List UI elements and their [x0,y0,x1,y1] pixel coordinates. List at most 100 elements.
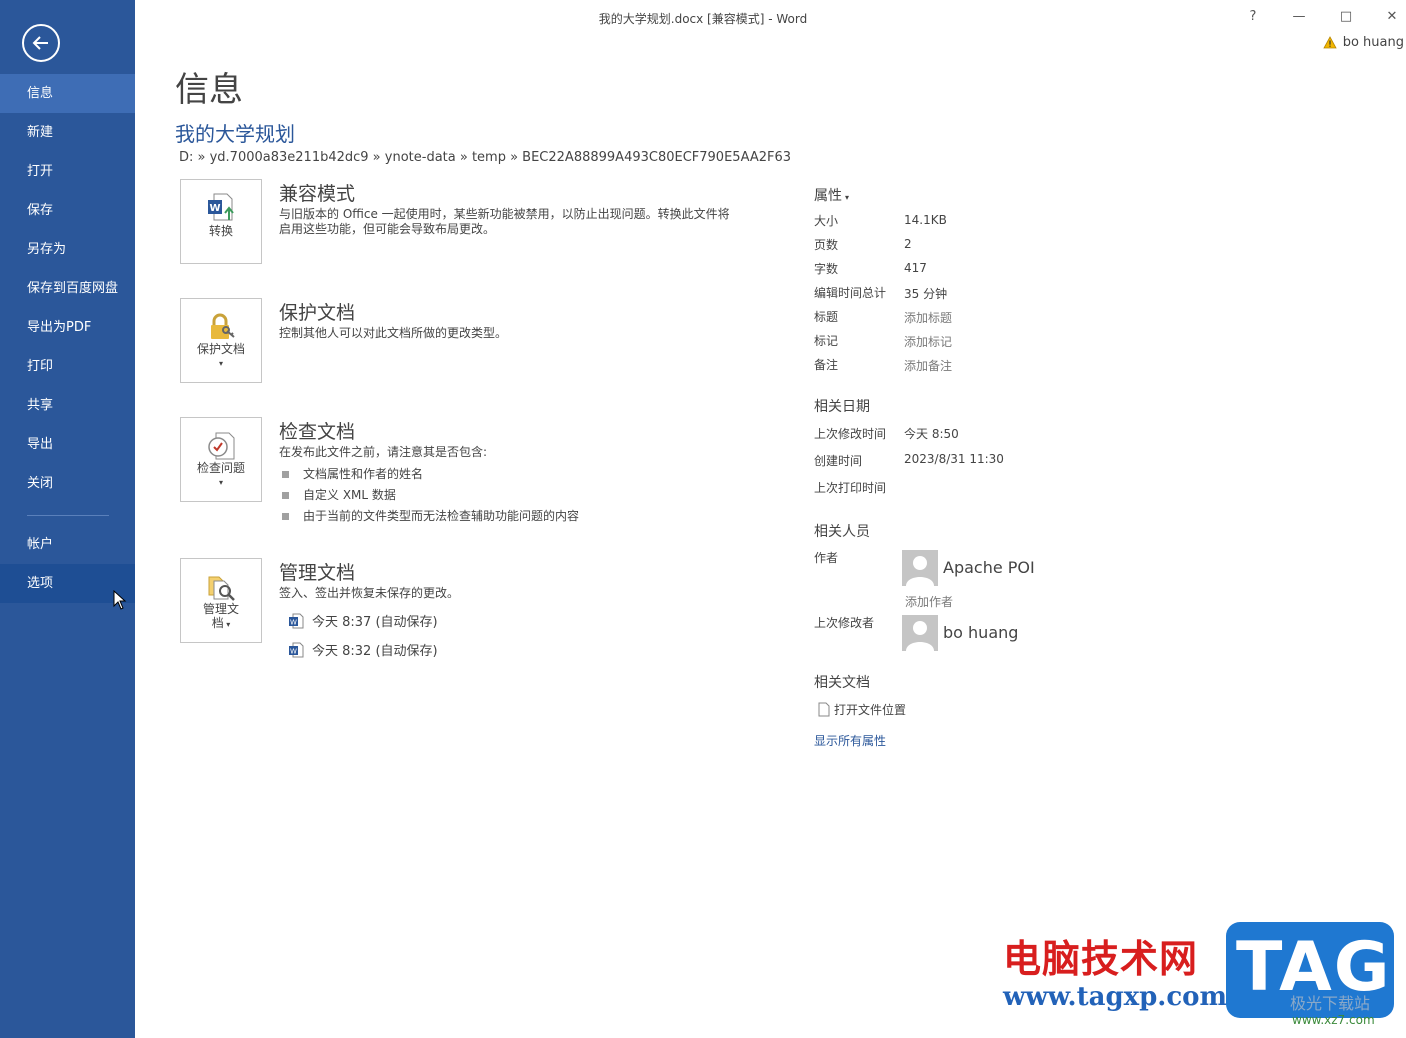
prop-key-edit-time: 编辑时间总计 [814,286,887,300]
backstage-sidebar: 信息 新建 打开 保存 另存为 保存到百度网盘 导出为PDF 打印 共享 导出 … [0,0,135,1038]
manage-document-button[interactable]: 管理文 档 ▾ [180,558,262,643]
prop-val-words: 417 [904,261,927,275]
prop-key-tags: 标记 [814,334,839,348]
nav-item-close[interactable]: 关闭 [0,464,135,503]
document-name: 我的大学规划 [175,122,295,146]
nav-item-save-as[interactable]: 另存为 [0,230,135,269]
add-title-field[interactable]: 添加标题 [904,309,952,326]
prop-key-words: 字数 [814,262,839,276]
nav-item-info[interactable]: 信息 [0,74,135,113]
lock-icon [211,313,235,339]
nav-item-open[interactable]: 打开 [0,152,135,191]
watermark-title: 电脑技术网 [1003,936,1199,981]
related-people-heading: 相关人员 [814,524,870,540]
svg-text:W: W [209,203,220,214]
check-issues-button[interactable]: 检查问题 ▾ [180,417,262,502]
prop-val-size: 14.1KB [904,213,947,227]
related-dates-heading: 相关日期 [814,399,870,415]
related-docs-heading: 相关文档 [814,675,870,691]
add-author-link[interactable]: 添加作者 [905,593,953,610]
chevron-down-icon: ▾ [845,193,850,202]
svg-text:W: W [290,618,297,626]
manage-desc: 签入、签出并恢复未保存的更改。 [279,586,460,600]
nav-item-print[interactable]: 打印 [0,347,135,386]
close-button[interactable]: ✕ [1377,6,1406,28]
help-button[interactable]: ? [1238,6,1268,28]
check-dropdown-icon: ▾ [218,478,223,487]
convert-button[interactable]: W 转换 [180,179,262,264]
date-val-created: 2023/8/31 11:30 [904,452,1004,466]
nav-item-export-pdf[interactable]: 导出为PDF [0,308,135,347]
protect-dropdown-icon: ▾ [218,359,223,368]
nav-item-save[interactable]: 保存 [0,191,135,230]
watermark-site-url: www.xz7.com [1292,1013,1375,1027]
inspect-bullet: 自定义 XML 数据 [282,486,396,503]
manage-title: 管理文档 [279,562,356,584]
properties-dropdown[interactable]: 属性 ▾ [814,185,849,205]
word-convert-icon: W [208,193,234,221]
person-icon [906,621,934,651]
author-avatar[interactable] [902,550,938,586]
author-label: 作者 [814,551,839,565]
prop-val-edit-time: 35 分钟 [904,287,948,301]
inspect-document-icon [208,432,235,460]
show-all-properties-link[interactable]: 显示所有属性 [814,732,886,749]
check-issues-label: 检查问题 [196,461,245,475]
autosave-version-item[interactable]: W 今天 8:32 (自动保存) [288,640,438,659]
word-doc-icon: W [289,613,304,628]
nav-item-share[interactable]: 共享 [0,386,135,425]
modifier-name[interactable]: bo huang [943,623,1018,642]
warning-icon [1323,36,1337,49]
back-arrow-icon[interactable] [22,24,60,62]
word-doc-icon: W [289,642,304,657]
document-path[interactable]: D: » yd.7000a83e211b42dc9 » ynote-data »… [179,150,791,165]
manage-label-2: 档 ▾ [211,616,231,630]
manage-document-icon [208,576,235,601]
window-title: 我的大学规划.docx [兼容模式] - Word [598,12,808,26]
inspect-desc: 在发布此文件之前，请注意其是否包含: [279,445,488,459]
nav-item-new[interactable]: 新建 [0,113,135,152]
page-title: 信息 [175,70,243,110]
compat-desc-1: 与旧版本的 Office 一起使用时，某些新功能被禁用，以防止出现问题。转换此文… [279,207,730,221]
protect-title: 保护文档 [279,302,356,324]
file-icon [818,702,830,717]
watermark-site-name: 极光下载站 [1290,994,1371,1013]
compat-mode-title: 兼容模式 [279,183,356,205]
author-name[interactable]: Apache POI [943,558,1035,577]
modifier-avatar[interactable] [902,615,938,651]
nav-divider [27,515,109,516]
add-comments-field[interactable]: 添加备注 [904,357,952,374]
open-file-location-link[interactable]: 打开文件位置 [818,701,906,718]
nav-item-save-baidu[interactable]: 保存到百度网盘 [0,269,135,308]
manage-label-1: 管理文 [202,602,239,616]
compat-desc-2: 启用这些功能，但可能会导致布局更改。 [279,222,496,236]
prop-val-pages: 2 [904,237,912,251]
user-account[interactable]: bo huang [1323,35,1404,50]
prop-key-size: 大小 [814,214,839,228]
person-icon [906,556,934,586]
prop-key-comments: 备注 [814,358,839,372]
nav-item-account[interactable]: 帐户 [0,525,135,564]
autosave-version-item[interactable]: W 今天 8:37 (自动保存) [288,611,438,630]
add-tags-field[interactable]: 添加标记 [904,333,952,350]
user-name: bo huang [1342,35,1404,50]
prop-key-title: 标题 [814,310,839,324]
watermark-logo: 电脑技术网 www.tagxp.com [993,922,1227,1018]
watermark-url: www.tagxp.com [1003,982,1228,1012]
prop-key-pages: 页数 [814,238,839,252]
svg-text:W: W [290,647,297,655]
protect-desc: 控制其他人可以对此文档所做的更改类型。 [279,326,508,340]
date-val-modified: 今天 8:50 [904,427,959,441]
inspect-title: 检查文档 [279,421,356,443]
minimize-button[interactable]: — [1284,6,1314,28]
last-modified-by-label: 上次修改者 [814,616,875,630]
protect-label: 保护文档 [196,342,245,356]
inspect-bullet: 由于当前的文件类型而无法检查辅助功能问题的内容 [282,507,579,524]
convert-label: 转换 [208,224,233,238]
date-key-created: 创建时间 [814,454,863,468]
inspect-bullet: 文档属性和作者的姓名 [282,465,423,482]
nav-item-export[interactable]: 导出 [0,425,135,464]
maximize-button[interactable]: □ [1331,6,1361,28]
protect-document-button[interactable]: 保护文档 ▾ [180,298,262,383]
date-key-printed: 上次打印时间 [814,481,887,495]
